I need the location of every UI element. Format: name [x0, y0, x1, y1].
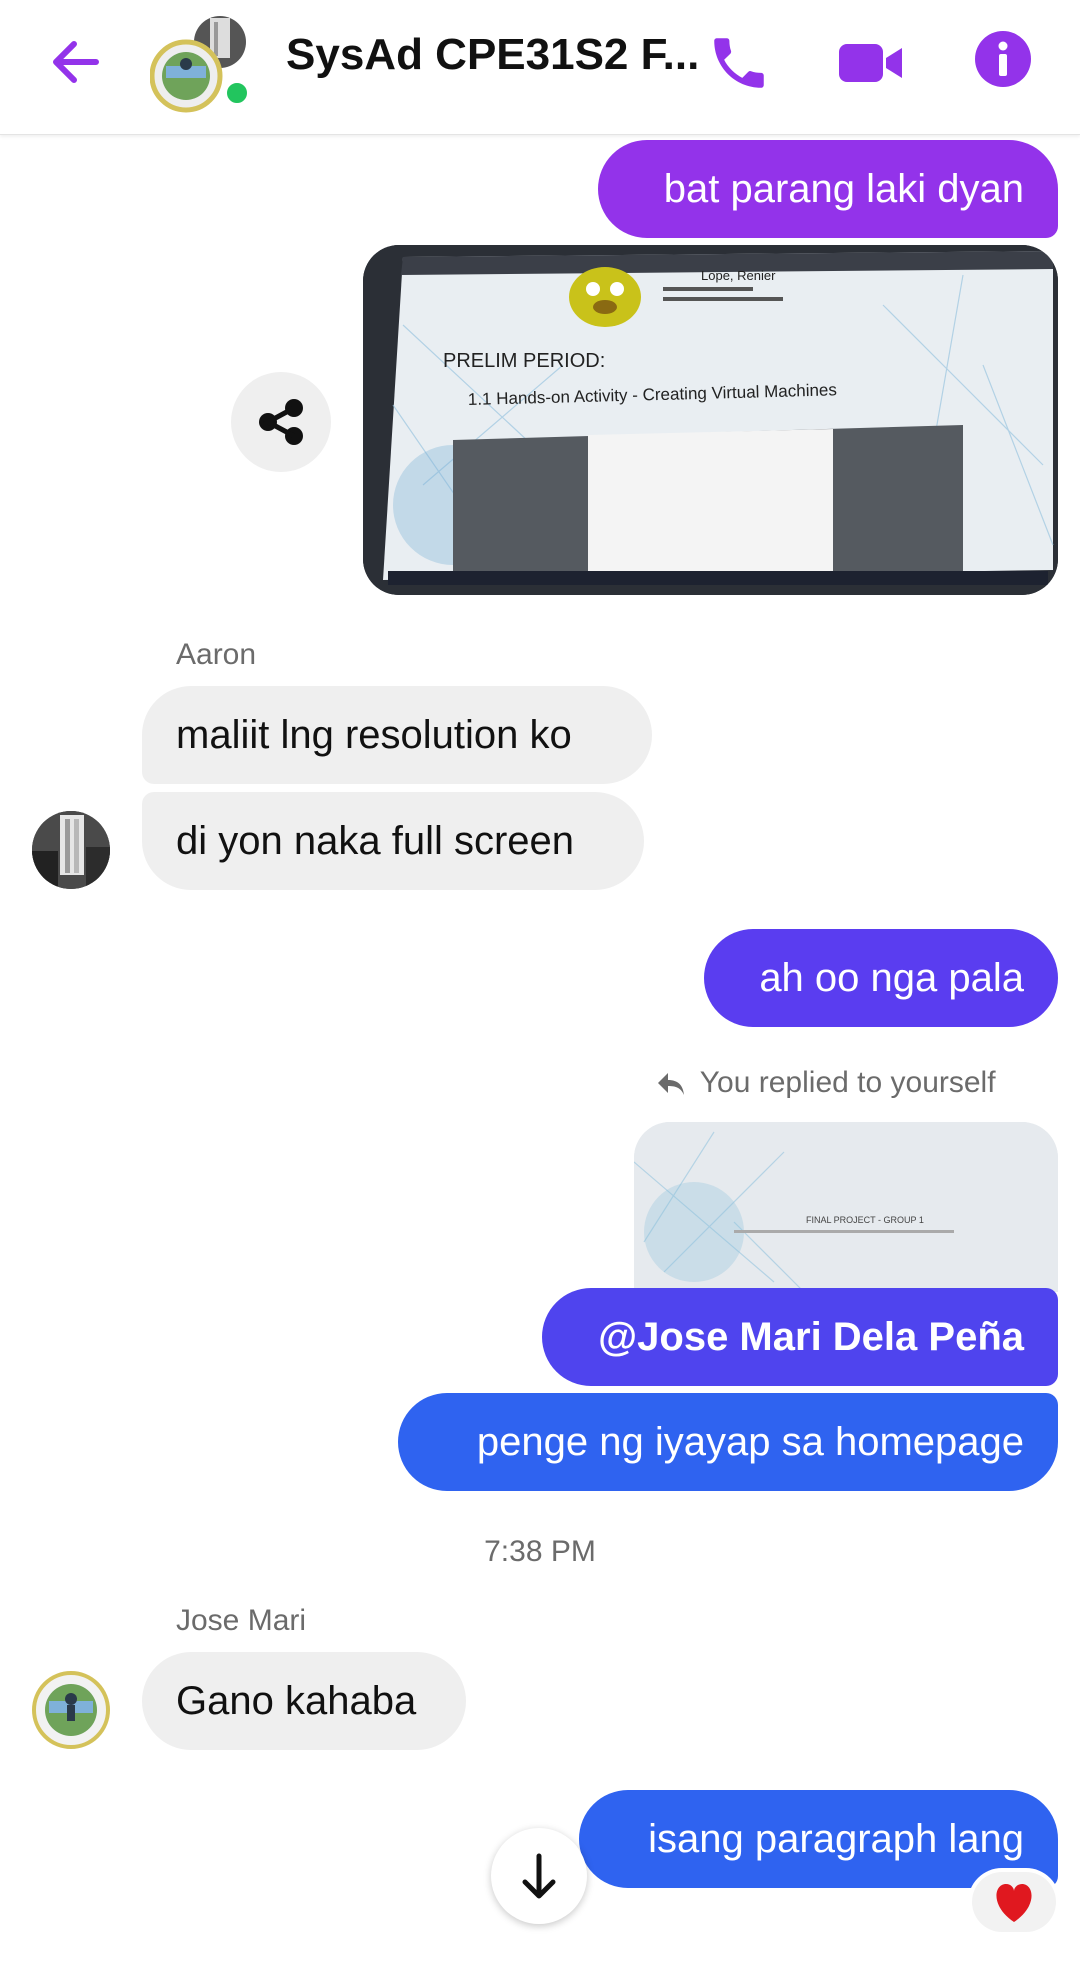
avatar[interactable] — [32, 811, 110, 889]
sender-name: Jose Mari — [176, 1604, 307, 1637]
timestamp: 7:38 PM — [484, 1535, 596, 1568]
video-camera-icon — [839, 44, 902, 82]
message-bubble[interactable]: penge ng iyayap sa homepage — [398, 1393, 1058, 1491]
sender-name: Aaron — [176, 638, 257, 671]
share-button[interactable] — [231, 372, 331, 472]
message-bubble[interactable]: di yon naka full screen — [142, 792, 644, 890]
message-text: maliit lng resolution ko — [176, 713, 572, 757]
message-bubble[interactable]: ah oo nga pala — [704, 929, 1058, 1027]
message-text: @Jose Mari Dela Peña — [598, 1315, 1024, 1359]
replied-photo-heading: FINAL PROJECT - GROUP 1 — [806, 1215, 924, 1225]
call-button[interactable] — [706, 30, 772, 96]
photo-text-period: PRELIM PERIOD: — [443, 350, 605, 372]
phone-icon — [714, 38, 764, 88]
replied-photo[interactable]: FINAL PROJECT - GROUP 1 — [634, 1122, 1058, 1292]
info-icon — [975, 31, 1031, 87]
avatar[interactable] — [32, 1671, 110, 1749]
message-text: di yon naka full screen — [176, 819, 575, 863]
message-text: isang paragraph lang — [648, 1817, 1024, 1861]
message-bubble[interactable]: bat parang laki dyan — [598, 140, 1058, 238]
heart-reaction[interactable] — [972, 1872, 1056, 1932]
message-text: bat parang laki dyan — [663, 167, 1024, 211]
reply-label: You replied to yourself — [656, 1066, 996, 1100]
message-text: Gano kahaba — [176, 1679, 417, 1723]
arrow-down-icon — [522, 1853, 556, 1899]
video-call-button[interactable] — [836, 30, 906, 96]
scroll-down-button[interactable] — [491, 1828, 587, 1924]
reply-label-text: You replied to yourself — [699, 1066, 996, 1099]
message-bubble[interactable]: Gano kahaba — [142, 1652, 466, 1750]
message-bubble[interactable]: maliit lng resolution ko — [142, 686, 652, 784]
message-bubble[interactable]: @Jose Mari Dela Peña — [542, 1288, 1058, 1386]
reply-icon — [658, 1073, 684, 1096]
arrow-left-icon — [53, 41, 99, 83]
chat-title[interactable]: SysAd CPE31S2 F... — [286, 30, 699, 80]
photo-text-name: Lope, Renier — [701, 268, 776, 283]
photo-image: PRELIM PERIOD: 1.1 Hands-on Activity - C… — [363, 245, 1058, 595]
replied-photo-image: FINAL PROJECT - GROUP 1 — [634, 1122, 1058, 1292]
heart-icon — [996, 1884, 1032, 1922]
share-icon — [259, 399, 303, 445]
message-text: ah oo nga pala — [759, 956, 1024, 1000]
chat-header: SysAd CPE31S2 F... — [0, 0, 1080, 135]
shared-photo[interactable]: PRELIM PERIOD: 1.1 Hands-on Activity - C… — [363, 245, 1058, 595]
group-avatar[interactable] — [149, 8, 260, 118]
info-button[interactable] — [974, 30, 1032, 88]
online-indicator — [223, 79, 251, 107]
message-text: penge ng iyayap sa homepage — [476, 1420, 1024, 1464]
back-button[interactable] — [46, 32, 106, 92]
